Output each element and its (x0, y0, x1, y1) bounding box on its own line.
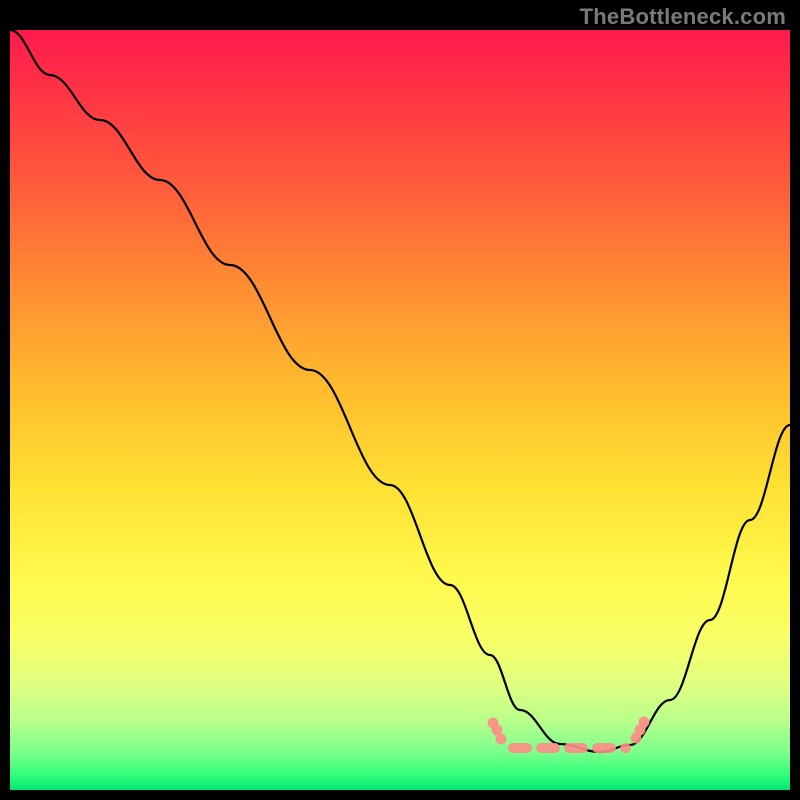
marker-dot (639, 717, 650, 728)
chart-frame (10, 30, 790, 790)
marker-dots (488, 717, 650, 745)
marker-dot (496, 734, 507, 745)
bottleneck-curve (10, 30, 790, 752)
chart-canvas (10, 30, 790, 790)
watermark-text: TheBottleneck.com (580, 4, 786, 30)
